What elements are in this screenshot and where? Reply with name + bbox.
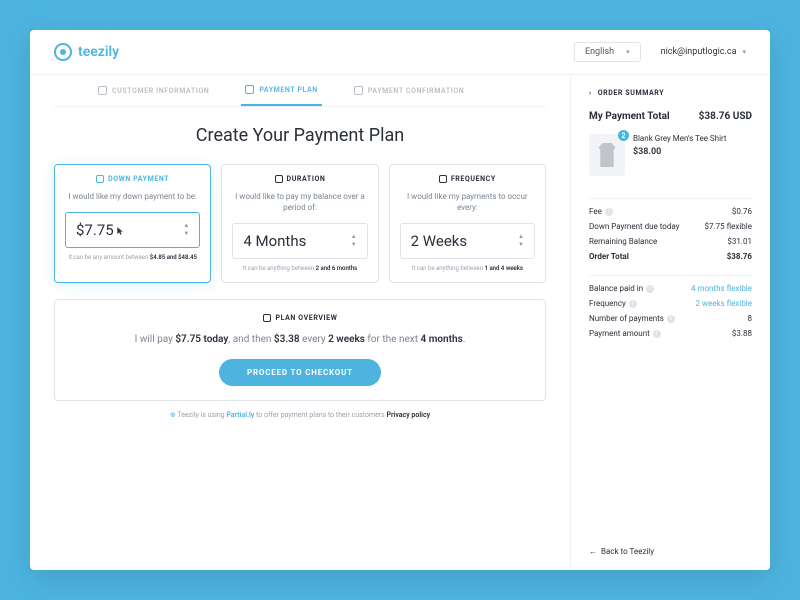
num-payments-row: Number of paymentsi8 (589, 314, 752, 323)
info-icon[interactable]: i (629, 300, 637, 308)
plan-cards: DOWN PAYMENT I would like my down paymen… (54, 164, 546, 283)
language-label: English (585, 47, 614, 57)
calendar-icon (245, 85, 254, 94)
overview-text: I will pay $7.75 today, and then $3.38 e… (75, 334, 525, 345)
card-desc: I would like to pay my balance over a pe… (232, 191, 367, 213)
brand-name: teezily (78, 44, 119, 60)
chevron-down-icon: ▾ (626, 48, 630, 56)
tab-payment-confirm[interactable]: PAYMENT CONFIRMATION (350, 85, 469, 106)
check-icon (354, 86, 363, 95)
info-icon[interactable]: i (646, 285, 654, 293)
balance-row: Remaining Balance$31.01 (589, 237, 752, 246)
card-desc: I would like my down payment to be: (65, 191, 200, 202)
card-header: FREQUENCY (400, 175, 535, 183)
tab-customer-info[interactable]: CUSTOMER INFORMATION (94, 85, 213, 106)
card-header: DURATION (232, 175, 367, 183)
calendar-icon (439, 175, 447, 183)
user-email: nick@inputlogic.ca (661, 47, 737, 57)
clock-icon (275, 175, 283, 183)
card-hint: It can be anything between 2 and 6 month… (232, 265, 367, 272)
fee-row: Feei$0.76 (589, 207, 752, 216)
product-price: $38.00 (633, 147, 752, 157)
divider (589, 275, 752, 276)
brand-logo[interactable]: teezily (54, 43, 119, 61)
stepper-down-button[interactable]: ▼ (518, 242, 524, 248)
qty-badge: 2 (618, 130, 629, 141)
stepper-down-button[interactable]: ▼ (183, 231, 189, 237)
globe-icon: ⊕ (170, 411, 176, 419)
arrow-left-icon: ← (589, 547, 597, 556)
proceed-checkout-button[interactable]: PROCEED TO CHECKOUT (219, 359, 381, 386)
freq-row: Frequencyi2 weeks flexible (589, 299, 752, 308)
body: CUSTOMER INFORMATION PAYMENT PLAN PAYMEN… (30, 75, 770, 570)
stepper-controls: ▲ ▼ (183, 223, 189, 237)
stepper-down-button[interactable]: ▼ (351, 242, 357, 248)
footer: ⊕ Teezily is using Partial.ly to offer p… (54, 401, 546, 423)
plan-overview: PLAN OVERVIEW I will pay $7.75 today, an… (54, 299, 546, 401)
chevron-right-icon: › (589, 89, 592, 97)
product-image: 2 (589, 134, 625, 176)
app-window: teezily English ▾ nick@inputlogic.ca ▾ C… (30, 30, 770, 570)
language-selector[interactable]: English ▾ (574, 42, 641, 62)
duration-stepper[interactable]: 4 Months ▲ ▼ (232, 223, 367, 259)
down-row: Down Payment due today$7.75 flexible (589, 222, 752, 231)
stepper-up-button[interactable]: ▲ (183, 223, 189, 229)
person-icon (98, 86, 107, 95)
info-icon[interactable]: i (667, 315, 675, 323)
product-name: Blank Grey Men's Tee Shirt (633, 134, 752, 144)
paid-in-row: Balance paid ini4 months flexible (589, 284, 752, 293)
chevron-down-icon: ▾ (742, 48, 746, 56)
checkout-tabs: CUSTOMER INFORMATION PAYMENT PLAN PAYMEN… (54, 75, 546, 107)
card-hint: It can be any amount between $4.85 and $… (65, 254, 200, 261)
card-hint: It can be anything between 1 and 4 weeks (400, 265, 535, 272)
down-payment-stepper[interactable]: $7.75 ▲ ▼ (65, 212, 200, 248)
header: teezily English ▾ nick@inputlogic.ca ▾ (30, 30, 770, 75)
header-right: English ▾ nick@inputlogic.ca ▾ (574, 42, 746, 62)
product-row: 2 Blank Grey Men's Tee Shirt $38.00 (589, 134, 752, 176)
user-menu[interactable]: nick@inputlogic.ca ▾ (661, 47, 746, 57)
stepper-up-button[interactable]: ▲ (351, 234, 357, 240)
divider (589, 198, 752, 199)
card-duration[interactable]: DURATION I would like to pay my balance … (221, 164, 378, 283)
info-icon[interactable]: i (653, 330, 661, 338)
cursor-icon (116, 226, 126, 236)
order-summary-sidebar: ›ORDER SUMMARY My Payment Total$38.76 US… (570, 75, 770, 570)
stepper-value: 2 Weeks (411, 232, 467, 250)
payment-amount-row: Payment amounti$3.88 (589, 329, 752, 338)
stepper-controls: ▲ ▼ (518, 234, 524, 248)
card-header: DOWN PAYMENT (65, 175, 200, 183)
main-panel: CUSTOMER INFORMATION PAYMENT PLAN PAYMEN… (30, 75, 570, 570)
stepper-up-button[interactable]: ▲ (518, 234, 524, 240)
payment-total-row: My Payment Total$38.76 USD (589, 111, 752, 122)
product-info: Blank Grey Men's Tee Shirt $38.00 (633, 134, 752, 176)
card-frequency[interactable]: FREQUENCY I would like my payments to oc… (389, 164, 546, 283)
overview-header: PLAN OVERVIEW (75, 314, 525, 322)
order-total-row: Order Total$38.76 (589, 252, 752, 261)
frequency-stepper[interactable]: 2 Weeks ▲ ▼ (400, 223, 535, 259)
page-title: Create Your Payment Plan (54, 125, 546, 146)
card-desc: I would like my payments to occur every: (400, 191, 535, 213)
privacy-link[interactable]: Privacy policy (387, 411, 431, 419)
logo-icon (54, 43, 72, 61)
stepper-controls: ▲ ▼ (351, 234, 357, 248)
globe-icon (263, 314, 271, 322)
stepper-value: 4 Months (243, 232, 306, 250)
tab-payment-plan[interactable]: PAYMENT PLAN (241, 85, 321, 106)
stepper-value: $7.75 (76, 221, 126, 239)
down-arrow-icon (96, 175, 104, 183)
info-icon[interactable]: i (605, 208, 613, 216)
partially-link[interactable]: Partial.ly (226, 411, 254, 419)
card-down-payment[interactable]: DOWN PAYMENT I would like my down paymen… (54, 164, 211, 283)
back-link[interactable]: ←Back to Teezily (589, 547, 752, 556)
sidebar-header: ›ORDER SUMMARY (589, 89, 752, 97)
